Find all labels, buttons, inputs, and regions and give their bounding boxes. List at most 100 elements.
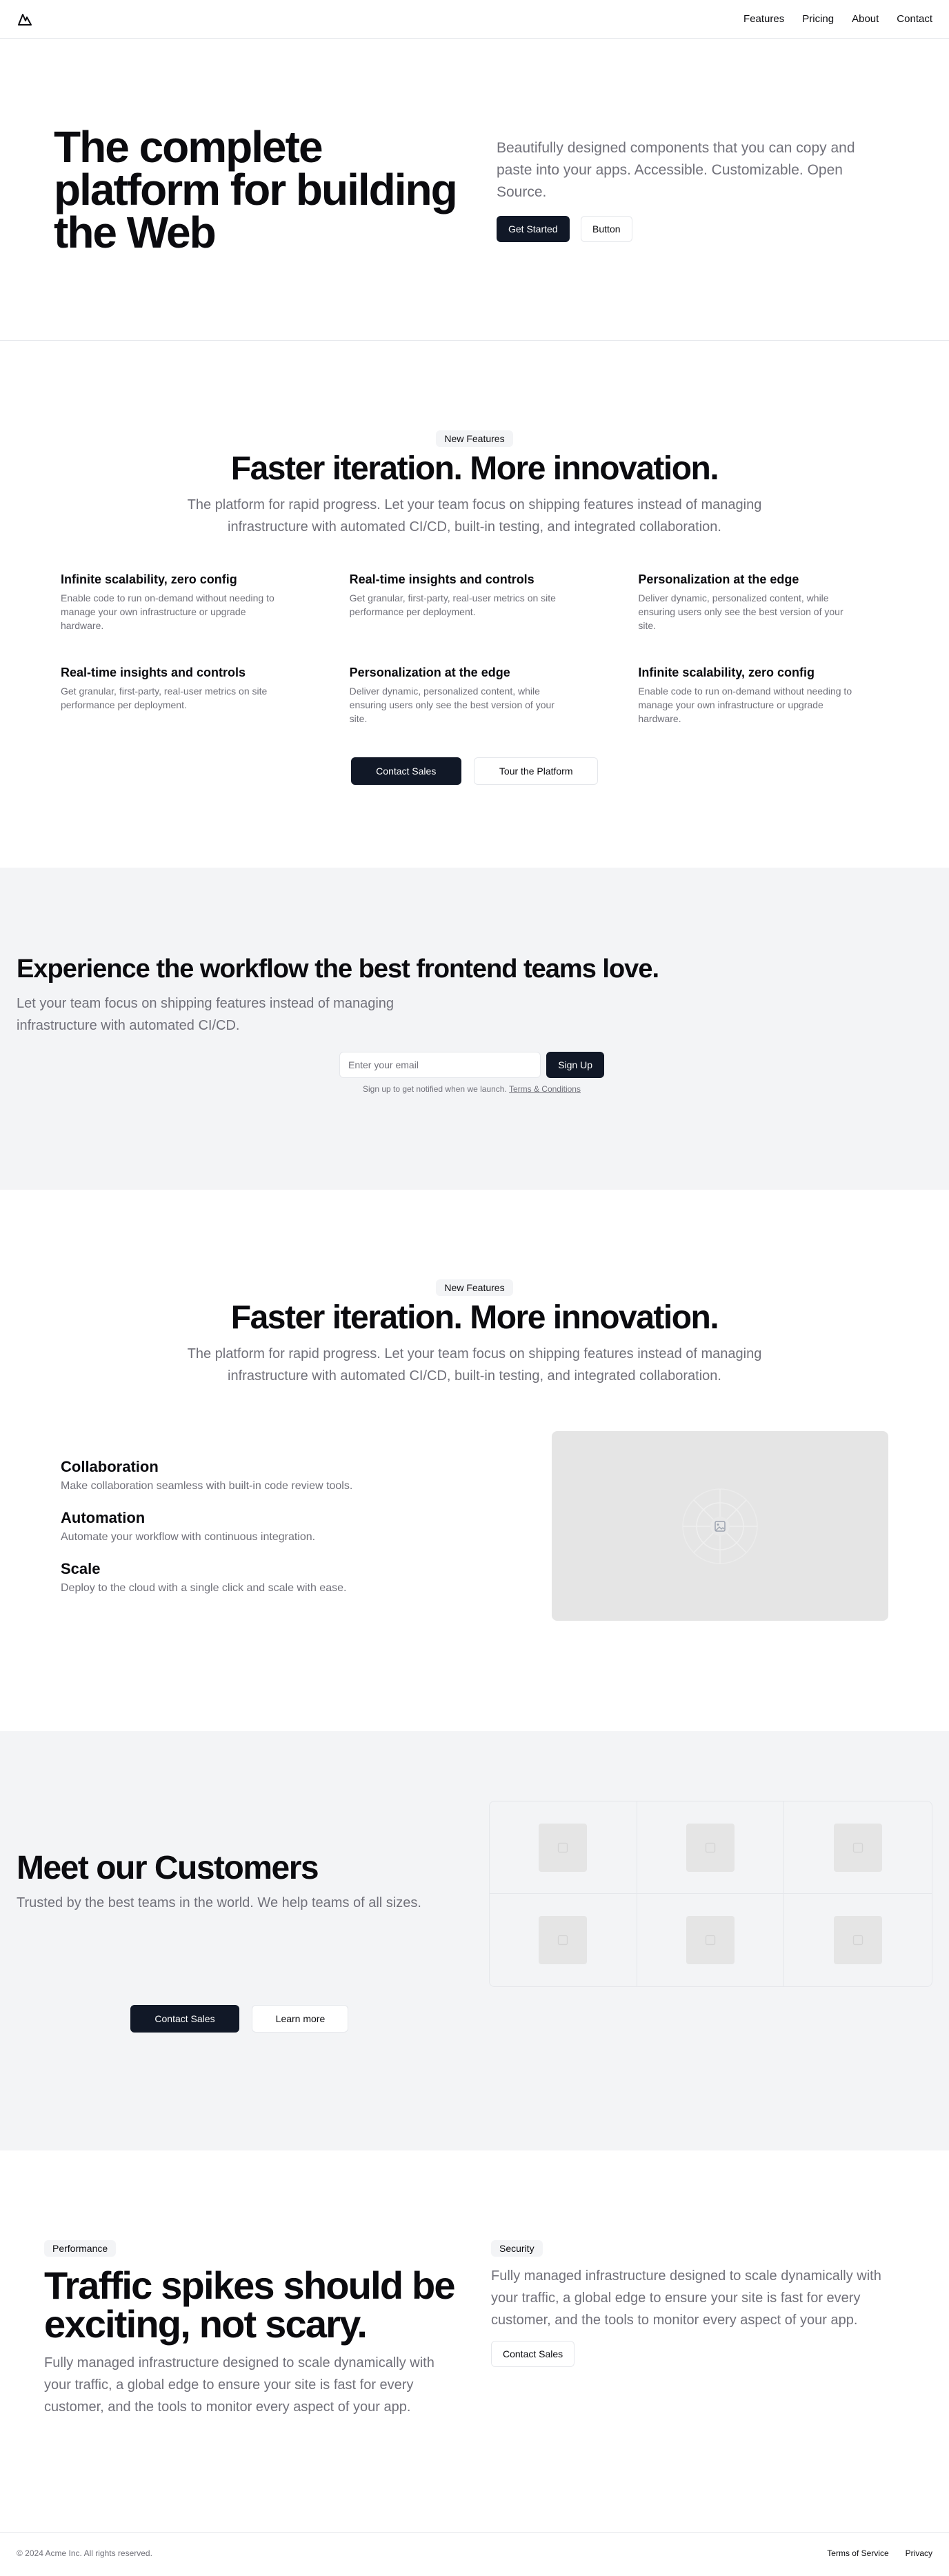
customers-section: Meet our Customers Trusted by the best t… — [0, 1731, 949, 2150]
terms-of-service-link[interactable]: Terms of Service — [827, 2548, 888, 2558]
customers-title: Meet our Customers — [17, 1850, 319, 1886]
nav-link-pricing[interactable]: Pricing — [802, 13, 834, 25]
image-placeholder-icon — [558, 1842, 568, 1853]
features-subtitle: The platform for rapid progress. Let you… — [187, 497, 762, 535]
customer-logo — [637, 1894, 785, 1986]
feature-card: Real-time insights and controls Get gran… — [350, 572, 600, 632]
workflow-title: Experience the workflow the best fronten… — [17, 955, 659, 984]
customer-logo — [784, 1894, 932, 1986]
new-features-badge: New Features — [436, 1279, 513, 1296]
features-ctas: Contact Sales Tour the Platform — [0, 757, 949, 785]
signup-row: Sign Up — [339, 1052, 604, 1078]
feature-text: Make collaboration seamless with built-i… — [61, 1479, 353, 1492]
feature-text: Enable code to run on-demand without nee… — [638, 686, 852, 724]
feature-list: Collaboration Make collaboration seamles… — [61, 1458, 419, 1595]
image-placeholder-icon — [853, 1842, 863, 1853]
contact-sales-button[interactable]: Contact Sales — [350, 757, 461, 785]
nav-link-contact[interactable]: Contact — [897, 13, 932, 25]
customers-ctas: Contact Sales Learn more — [17, 2005, 472, 2033]
feature-title: Infinite scalability, zero config — [638, 666, 815, 679]
security-description: Fully managed infrastructure designed to… — [491, 2268, 881, 2328]
mountain-icon — [18, 13, 32, 26]
features-grid: Infinite scalability, zero config Enable… — [61, 572, 888, 726]
feature-text: Deliver dynamic, personalized content, w… — [638, 592, 843, 631]
feature-card: Infinite scalability, zero config Enable… — [638, 666, 888, 726]
customer-logo — [784, 1801, 932, 1894]
logo-placeholder — [539, 1916, 588, 1964]
feature-text: Deliver dynamic, personalized content, w… — [349, 686, 555, 724]
image-placeholder-icon — [558, 1935, 568, 1946]
feature-text: Deploy to the cloud with a single click … — [61, 1581, 347, 1594]
feature-title: Personalization at the edge — [638, 572, 799, 586]
feature-text: Get granular, first-party, real-user met… — [61, 686, 268, 710]
signup-fine-print: Sign up to get notified when we launch. … — [339, 1084, 604, 1094]
image-placeholder-icon — [853, 1935, 863, 1946]
performance-section: Performance Traffic spikes should be exc… — [0, 2150, 949, 2533]
feature-card: Personalization at the edge Deliver dyna… — [638, 572, 888, 632]
image-placeholder-icon — [705, 1935, 716, 1946]
workflow-section: Experience the workflow the best fronten… — [0, 868, 949, 1190]
logo-placeholder — [834, 1823, 883, 1872]
privacy-link[interactable]: Privacy — [906, 2548, 932, 2558]
site-footer: © 2024 Acme Inc. All rights reserved. Te… — [0, 2533, 949, 2573]
feature-card: Personalization at the edge Deliver dyna… — [350, 666, 600, 726]
feature-title: Real-time insights and controls — [61, 666, 246, 679]
hero-left: The complete platform for building the W… — [54, 121, 497, 257]
logo-link[interactable] — [17, 11, 33, 28]
learn-more-button[interactable]: Learn more — [252, 2005, 349, 2033]
copyright: © 2024 Acme Inc. All rights reserved. — [17, 2548, 152, 2558]
features-body: Collaboration Make collaboration seamles… — [61, 1431, 888, 1621]
feature-text: Enable code to run on-demand without nee… — [61, 592, 274, 631]
list-item: Scale Deploy to the cloud with a single … — [61, 1560, 419, 1595]
logo-placeholder — [686, 1916, 735, 1964]
feature-text: Automate your workflow with continuous i… — [61, 1530, 316, 1543]
logo-placeholder — [834, 1916, 883, 1964]
customer-logo — [490, 1801, 637, 1894]
get-started-button[interactable]: Get Started — [497, 215, 570, 242]
performance-description: Fully managed infrastructure designed to… — [44, 2355, 434, 2415]
feature-card: Infinite scalability, zero config Enable… — [61, 572, 311, 632]
feature-title: Automation — [61, 1508, 146, 1526]
features-title: Faster iteration. More innovation. — [230, 450, 719, 487]
hero-title: The complete platform for building the W… — [54, 121, 458, 257]
terms-link[interactable]: Terms & Conditions — [509, 1084, 581, 1094]
footer-nav: Terms of Service Privacy — [827, 2548, 932, 2558]
new-features-badge: New Features — [436, 430, 513, 447]
hero-section: The complete platform for building the W… — [0, 39, 949, 341]
feature-card: Real-time insights and controls Get gran… — [61, 666, 311, 726]
hero-right: Beautifully designed components that you… — [497, 137, 883, 242]
feature-title: Scale — [61, 1559, 101, 1577]
logo-placeholder — [539, 1823, 588, 1872]
feature-title: Real-time insights and controls — [349, 572, 535, 586]
sign-up-button[interactable]: Sign Up — [546, 1052, 604, 1078]
features-section-2: New Features Faster iteration. More inno… — [0, 1190, 949, 1731]
contact-sales-button[interactable]: Contact Sales — [491, 2341, 575, 2367]
logo-placeholder — [686, 1823, 735, 1872]
performance-left: Performance Traffic spikes should be exc… — [44, 2240, 458, 2532]
nav-link-features[interactable]: Features — [743, 13, 784, 25]
feature-text: Get granular, first-party, real-user met… — [349, 592, 556, 617]
customer-logo-grid — [489, 1801, 932, 1987]
security-right: Security Fully managed infrastructure de… — [491, 2240, 905, 2532]
customers-left: Meet our Customers Trusted by the best t… — [17, 1849, 472, 2033]
contact-sales-button[interactable]: Contact Sales — [130, 2005, 239, 2033]
email-input[interactable] — [339, 1052, 541, 1078]
signup-form: Sign Up Sign up to get notified when we … — [339, 1052, 604, 1094]
feature-title: Collaboration — [61, 1457, 159, 1475]
performance-title: Traffic spikes should be exciting, not s… — [44, 2264, 456, 2346]
fine-print-text: Sign up to get notified when we launch. — [363, 1084, 507, 1094]
feature-image-placeholder — [552, 1431, 888, 1621]
nav-link-about[interactable]: About — [852, 13, 879, 25]
features-section: New Features Faster iteration. More inno… — [0, 341, 949, 868]
main-nav: Features Pricing About Contact — [743, 13, 932, 25]
image-placeholder-icon — [682, 1488, 758, 1564]
hero-description: Beautifully designed components that you… — [497, 139, 855, 200]
customers-subtitle: Trusted by the best teams in the world. … — [17, 1895, 421, 1910]
secondary-button[interactable]: Button — [581, 215, 632, 242]
customer-logo — [637, 1801, 785, 1894]
list-item: Collaboration Make collaboration seamles… — [61, 1458, 419, 1492]
security-badge: Security — [491, 2240, 543, 2257]
tour-platform-button[interactable]: Tour the Platform — [474, 757, 599, 785]
features-title: Faster iteration. More innovation. — [230, 1299, 719, 1336]
site-header: Features Pricing About Contact — [0, 0, 949, 39]
